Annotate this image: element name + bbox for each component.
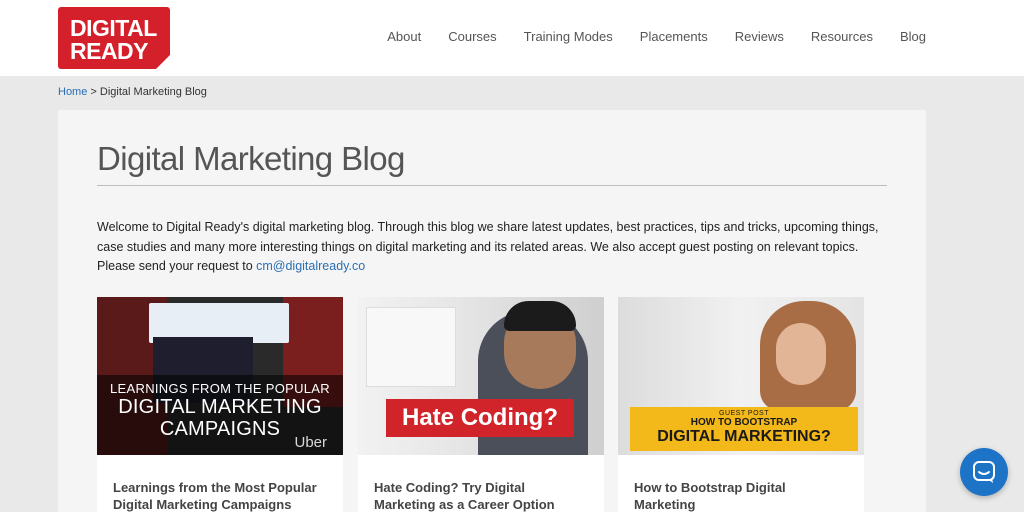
breadcrumb: Home > Digital Marketing Blog	[58, 86, 207, 98]
blog-card-campaigns[interactable]: LEARNINGS FROM THE POPULAR DIGITAL MARKE…	[97, 297, 343, 512]
image-window-shape	[366, 307, 456, 387]
blog-card-bootstrap[interactable]: GUEST POST HOW TO BOOTSTRAP DIGITAL MARK…	[618, 297, 864, 512]
card-title[interactable]: Hate Coding? Try Digital Marketing as a …	[374, 479, 588, 512]
chat-launcher-button[interactable]	[960, 448, 1008, 496]
logo-line-2: READY	[70, 38, 149, 64]
nav-blog[interactable]: Blog	[900, 29, 926, 44]
page-title: Digital Marketing Blog	[97, 140, 405, 177]
nav-resources[interactable]: Resources	[811, 29, 873, 44]
title-divider	[97, 185, 887, 186]
intro-text: Welcome to Digital Ready's digital marke…	[97, 220, 879, 273]
card-image-bootstrap[interactable]: GUEST POST HOW TO BOOTSTRAP DIGITAL MARK…	[618, 297, 864, 455]
card-title[interactable]: How to Bootstrap Digital Marketing	[634, 479, 848, 512]
main-content: Digital Marketing Blog Welcome to Digita…	[58, 110, 926, 512]
nav-courses[interactable]: Courses	[448, 29, 496, 44]
intro-paragraph: Welcome to Digital Ready's digital marke…	[97, 218, 889, 277]
nav-reviews[interactable]: Reviews	[735, 29, 784, 44]
site-header: DIGITAL READY About Courses Training Mod…	[0, 0, 1024, 76]
digital-ready-logo[interactable]: DIGITAL READY	[58, 7, 170, 69]
breadcrumb-home[interactable]: Home	[58, 86, 87, 98]
image-banner: Hate Coding?	[386, 399, 574, 437]
card-title[interactable]: Learnings from the Most Popular Digital …	[113, 479, 327, 512]
logo-notch	[156, 55, 170, 69]
nav-training-modes[interactable]: Training Modes	[524, 29, 613, 44]
chat-bubble-icon	[973, 461, 995, 483]
image-brand-mark: Uber	[294, 434, 327, 451]
image-banner: GUEST POST HOW TO BOOTSTRAP DIGITAL MARK…	[630, 407, 858, 451]
image-caption-line-1: LEARNINGS FROM THE POPULAR	[110, 381, 330, 396]
main-nav: About Courses Training Modes Placements …	[387, 29, 926, 44]
image-caption-line-2: DIGITAL MARKETING	[118, 396, 322, 418]
image-banner-line-2: DIGITAL MARKETING?	[657, 428, 831, 445]
nav-about[interactable]: About	[387, 29, 421, 44]
image-banner-line-1: HOW TO BOOTSTRAP	[690, 417, 798, 428]
breadcrumb-current: Digital Marketing Blog	[99, 86, 207, 98]
nav-placements[interactable]: Placements	[640, 29, 708, 44]
card-image-campaigns[interactable]: LEARNINGS FROM THE POPULAR DIGITAL MARKE…	[97, 297, 343, 455]
image-hair-shape	[504, 301, 576, 331]
contact-email-link[interactable]: cm@digitalready.co	[256, 259, 365, 273]
blog-card-hate-coding[interactable]: Hate Coding? Hate Coding? Try Digital Ma…	[358, 297, 604, 512]
breadcrumb-separator: >	[90, 86, 97, 98]
card-image-hate-coding[interactable]: Hate Coding?	[358, 297, 604, 455]
logo-line-1: DIGITAL	[70, 15, 157, 41]
image-banner-tag: GUEST POST	[719, 410, 769, 417]
image-face-shape	[776, 323, 826, 385]
